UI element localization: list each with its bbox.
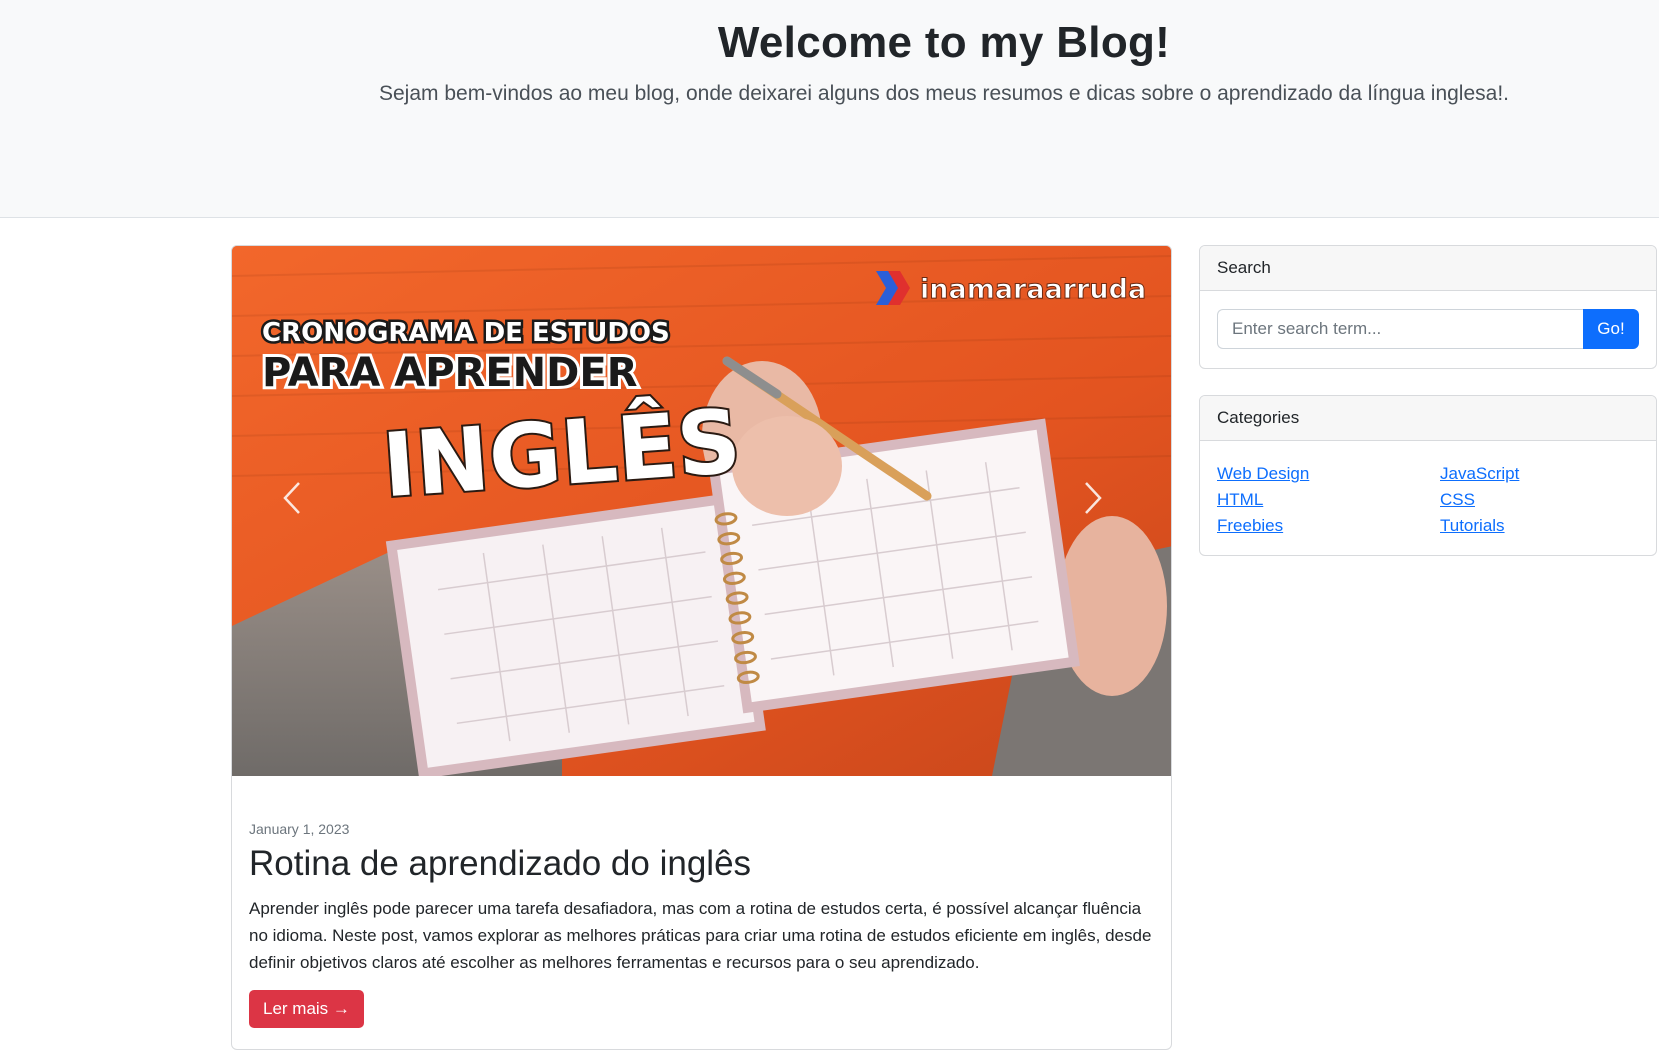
category-link-tutorials[interactable]: Tutorials xyxy=(1440,513,1519,539)
carousel-next-button[interactable] xyxy=(1083,481,1123,541)
post-image-carousel[interactable]: inamaraarruda CRONOGRAMA DE ESTUDOS PARA… xyxy=(232,246,1171,776)
post-cover-image: inamaraarruda CRONOGRAMA DE ESTUDOS PARA… xyxy=(232,246,1171,776)
page-title: Welcome to my Blog! xyxy=(717,18,1171,67)
page-subtitle: Sejam bem-vindos ao meu blog, onde deixa… xyxy=(378,82,1509,105)
categories-right-column: JavaScript CSS Tutorials xyxy=(1440,461,1519,539)
category-link-html[interactable]: HTML xyxy=(1217,487,1309,513)
featured-post-card: inamaraarruda CRONOGRAMA DE ESTUDOS PARA… xyxy=(231,245,1172,1050)
search-input[interactable]: Enter search term... xyxy=(1217,309,1583,349)
carousel-prev-button[interactable] xyxy=(282,481,322,541)
categories-widget-header: Categories xyxy=(1200,396,1656,441)
post-excerpt: Aprender inglês pode parecer uma tarefa … xyxy=(249,899,1152,973)
search-go-button[interactable]: Go! xyxy=(1583,309,1639,349)
image-line1-text: CRONOGRAMA DE ESTUDOS xyxy=(262,318,670,348)
category-link-web-design[interactable]: Web Design xyxy=(1217,461,1309,487)
post-title: Rotina de aprendizado do inglês xyxy=(249,844,752,883)
search-widget: Search Enter search term... Go! xyxy=(1199,245,1657,369)
category-link-css[interactable]: CSS xyxy=(1440,487,1519,513)
category-link-javascript[interactable]: JavaScript xyxy=(1440,461,1519,487)
search-form: Enter search term... Go! xyxy=(1217,309,1639,349)
search-widget-header: Search xyxy=(1200,246,1656,291)
post-date: January 1, 2023 xyxy=(249,821,350,837)
categories-widget: Categories Web Design HTML Freebies Java… xyxy=(1199,395,1657,556)
chevron-right-icon xyxy=(1085,482,1102,514)
page-header: Welcome to my Blog! Sejam bem-vindos ao … xyxy=(0,0,1659,218)
post-body: January 1, 2023 Rotina de aprendizado do… xyxy=(249,821,1154,1028)
chevron-left-icon xyxy=(283,482,300,514)
image-brand-text: inamaraarruda xyxy=(920,274,1146,305)
read-more-button[interactable]: Ler mais → xyxy=(249,989,364,1028)
categories-left-column: Web Design HTML Freebies xyxy=(1217,461,1309,539)
image-line2-text: PARA APRENDER xyxy=(262,350,638,396)
category-link-freebies[interactable]: Freebies xyxy=(1217,513,1309,539)
